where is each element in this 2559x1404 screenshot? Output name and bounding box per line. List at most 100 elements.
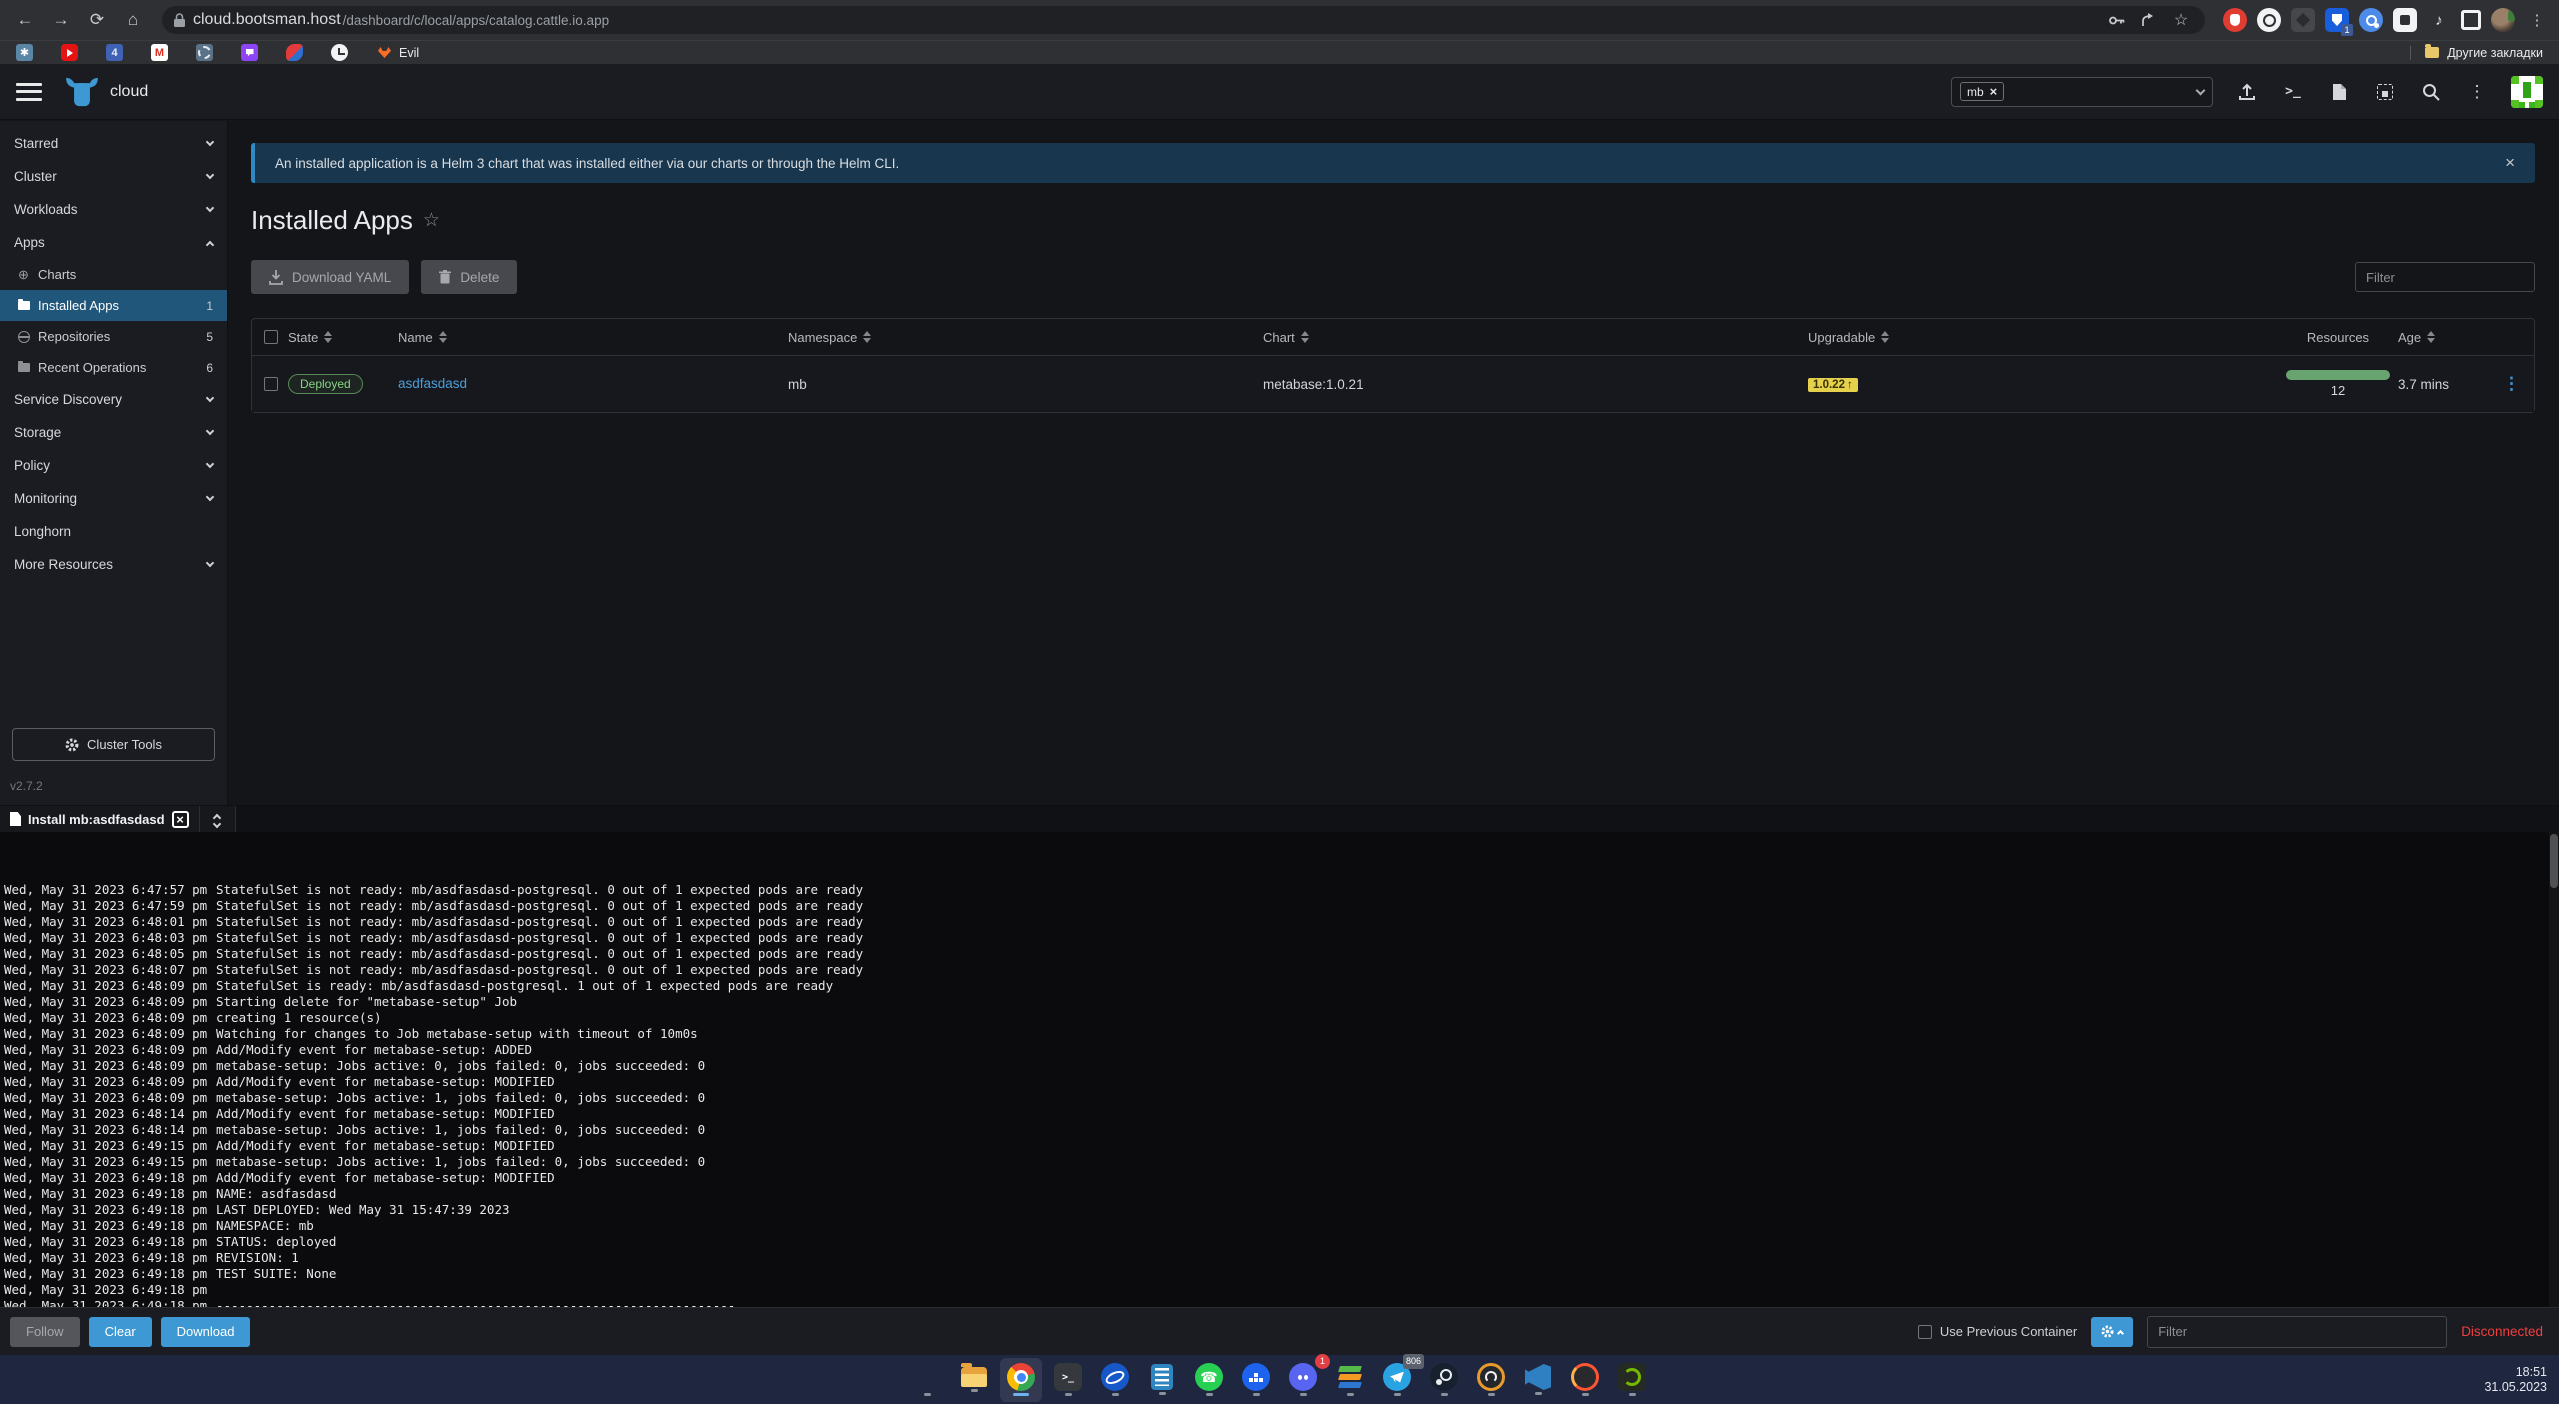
taskbar-clock[interactable]: 18:51 31.05.2023 bbox=[2484, 1365, 2547, 1395]
menu-icon[interactable]: ⋮ bbox=[2525, 8, 2549, 32]
brand[interactable]: cloud bbox=[64, 77, 148, 107]
sidebar-item-policy[interactable]: Policy bbox=[0, 449, 227, 482]
taskbar-whatsapp[interactable] bbox=[1188, 1358, 1230, 1402]
header-kebab-menu-icon[interactable] bbox=[2465, 80, 2489, 104]
taskbar-docker[interactable] bbox=[1235, 1358, 1277, 1402]
col-state[interactable]: State bbox=[288, 330, 398, 345]
taskbar-file-explorer[interactable] bbox=[953, 1358, 995, 1402]
bookmark-gear[interactable] bbox=[196, 44, 213, 61]
download-yaml-button[interactable]: Download YAML bbox=[251, 260, 409, 294]
taskbar-notes[interactable] bbox=[1141, 1358, 1183, 1402]
kubeconfig-file-icon[interactable] bbox=[2327, 80, 2351, 104]
forward-icon[interactable] bbox=[46, 5, 76, 35]
bookmark-gmail[interactable] bbox=[151, 44, 168, 61]
puzzle-icon[interactable] bbox=[2393, 8, 2417, 32]
log-scrollbar[interactable] bbox=[2549, 832, 2559, 1307]
sidebar-item-longhorn[interactable]: Longhorn bbox=[0, 515, 227, 548]
taskbar-telegram[interactable]: 806 bbox=[1376, 1358, 1418, 1402]
tab-close-icon[interactable] bbox=[172, 811, 189, 828]
url-bar[interactable]: cloud.bootsman.host/dashboard/c/local/ap… bbox=[162, 6, 2205, 34]
blue-key-icon[interactable] bbox=[2359, 8, 2383, 32]
bookmark-star-icon[interactable]: ☆ bbox=[2169, 8, 2193, 32]
search-tag-chip[interactable]: mb bbox=[1960, 82, 2004, 101]
reload-icon[interactable] bbox=[82, 5, 112, 35]
taskbar-discord[interactable]: 1 bbox=[1282, 1358, 1324, 1402]
log-scrollbar-thumb[interactable] bbox=[2550, 834, 2558, 888]
app-name-link[interactable]: asdfasdasd bbox=[398, 376, 467, 391]
sidebar-item-apps[interactable]: Apps bbox=[0, 226, 227, 259]
cube-ext-icon[interactable] bbox=[2291, 8, 2315, 32]
col-upgradable[interactable]: Upgradable bbox=[1808, 330, 2278, 345]
upgradable-chip[interactable]: 1.0.22↑ bbox=[1808, 378, 1858, 392]
adblock-icon[interactable] bbox=[2223, 8, 2247, 32]
use-previous-container-option[interactable]: Use Previous Container bbox=[1918, 1324, 2077, 1339]
sidebar-item-more-resources[interactable]: More Resources bbox=[0, 548, 227, 581]
sidebar-item-service-discovery[interactable]: Service Discovery bbox=[0, 383, 227, 416]
taskbar-start[interactable] bbox=[906, 1358, 948, 1402]
dropdown-chevron-icon[interactable] bbox=[2196, 85, 2206, 95]
sidebar-item-monitoring[interactable]: Monitoring bbox=[0, 482, 227, 515]
menu-hamburger-icon[interactable] bbox=[16, 83, 42, 101]
sidebar-item-starred[interactable]: Starred bbox=[0, 127, 227, 160]
playlist-icon[interactable] bbox=[2427, 8, 2451, 32]
remove-tag-icon[interactable] bbox=[1990, 84, 1998, 99]
bookmark-starburst[interactable] bbox=[16, 44, 33, 61]
resource-search-box[interactable]: mb bbox=[1951, 77, 2213, 107]
sidebar-item-cluster[interactable]: Cluster bbox=[0, 160, 227, 193]
sidebar-item-storage[interactable]: Storage bbox=[0, 416, 227, 449]
round-ext-icon[interactable] bbox=[2257, 8, 2281, 32]
bookmark-gitlab[interactable]: Evil bbox=[376, 44, 419, 61]
terminal-resize-button[interactable] bbox=[200, 806, 236, 832]
download-log-button[interactable]: Download bbox=[161, 1317, 251, 1347]
taskbar-terminal[interactable] bbox=[1047, 1358, 1089, 1402]
bookmark-twitch[interactable] bbox=[241, 44, 258, 61]
profile-avatar-icon[interactable] bbox=[2491, 8, 2515, 32]
bookmark-red-blue[interactable] bbox=[286, 44, 303, 61]
col-chart[interactable]: Chart bbox=[1263, 330, 1808, 345]
taskbar-steam[interactable] bbox=[1423, 1358, 1465, 1402]
tab-outline-icon[interactable] bbox=[2461, 10, 2481, 30]
col-age[interactable]: Age bbox=[2398, 330, 2493, 345]
select-all-checkbox[interactable] bbox=[264, 330, 278, 344]
kubectl-shell-icon[interactable]: >_ bbox=[2281, 80, 2305, 104]
delete-button[interactable]: Delete bbox=[421, 260, 517, 294]
bookmark-clock[interactable] bbox=[331, 44, 348, 61]
share-icon[interactable] bbox=[2137, 8, 2161, 32]
bookmark-youtube[interactable] bbox=[61, 44, 78, 61]
back-icon[interactable] bbox=[10, 5, 40, 35]
taskbar-blue-orbit[interactable] bbox=[1094, 1358, 1136, 1402]
taskbar-layers[interactable] bbox=[1329, 1358, 1371, 1402]
row-checkbox[interactable] bbox=[264, 377, 278, 391]
row-kebab-menu-icon[interactable] bbox=[2503, 374, 2520, 394]
col-namespace[interactable]: Namespace bbox=[788, 330, 1263, 345]
bitwarden-icon[interactable]: 1 bbox=[2325, 8, 2349, 32]
home-icon[interactable] bbox=[118, 5, 148, 35]
taskbar-nvidia[interactable] bbox=[1611, 1358, 1653, 1402]
terminal-tab[interactable]: Install mb:asdfasdasd bbox=[0, 806, 200, 832]
log-settings-button[interactable] bbox=[2091, 1317, 2133, 1347]
favorite-star-icon[interactable]: ☆ bbox=[423, 209, 440, 232]
sidebar-item-installed-apps[interactable]: Installed Apps1 bbox=[0, 290, 227, 321]
clear-button[interactable]: Clear bbox=[89, 1317, 152, 1347]
sidebar-item-recent-operations[interactable]: Recent Operations6 bbox=[0, 352, 227, 383]
bookmark-channel-4[interactable] bbox=[106, 44, 123, 61]
sidebar-item-charts[interactable]: ⊕Charts bbox=[0, 259, 227, 290]
follow-button[interactable]: Follow bbox=[10, 1317, 80, 1347]
copy-kubeconfig-icon[interactable] bbox=[2373, 80, 2397, 104]
taskbar-dial[interactable] bbox=[1470, 1358, 1512, 1402]
password-key-icon[interactable] bbox=[2105, 8, 2129, 32]
banner-close-icon[interactable] bbox=[2505, 153, 2515, 173]
sidebar-item-repositories[interactable]: Repositories5 bbox=[0, 321, 227, 352]
col-name[interactable]: Name bbox=[398, 330, 788, 345]
taskbar-music[interactable] bbox=[1564, 1358, 1606, 1402]
log-filter-input[interactable] bbox=[2147, 1316, 2447, 1348]
use-previous-checkbox[interactable] bbox=[1918, 1325, 1932, 1339]
table-filter-input[interactable] bbox=[2355, 262, 2535, 292]
taskbar-chrome[interactable] bbox=[1000, 1358, 1042, 1402]
search-icon[interactable] bbox=[2419, 80, 2443, 104]
cluster-tools-button[interactable]: Cluster Tools bbox=[12, 728, 215, 761]
import-yaml-icon[interactable] bbox=[2235, 80, 2259, 104]
taskbar-vscode[interactable] bbox=[1517, 1358, 1559, 1402]
user-avatar[interactable] bbox=[2511, 76, 2543, 108]
sidebar-item-workloads[interactable]: Workloads bbox=[0, 193, 227, 226]
